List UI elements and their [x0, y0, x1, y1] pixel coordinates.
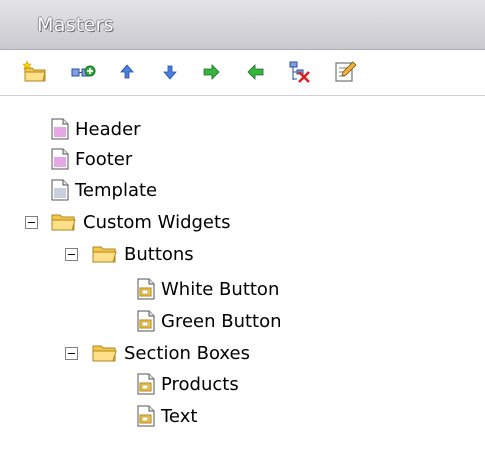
master-page-icon: [51, 118, 69, 140]
tree-item-white-button[interactable]: White Button: [137, 274, 279, 304]
master-page-icon: [51, 148, 69, 170]
tree-item-text[interactable]: Text: [137, 401, 197, 431]
collapse-toggle-custom-widgets[interactable]: [25, 216, 38, 229]
tree-folder-buttons[interactable]: Buttons: [92, 239, 194, 269]
folder-icon: [92, 246, 117, 263]
tree-folder-section-boxes[interactable]: Section Boxes: [92, 338, 250, 368]
tree-item-label: Green Button: [161, 310, 282, 332]
indent-button[interactable]: [198, 58, 226, 86]
collapse-toggle-section-boxes[interactable]: [65, 347, 78, 360]
move-up-button[interactable]: [113, 58, 141, 86]
arrow-right-icon: [203, 64, 220, 80]
rename-button[interactable]: [331, 58, 359, 86]
tree-item-label: Buttons: [124, 243, 194, 265]
widget-master-icon: [137, 310, 155, 332]
collapse-toggle-buttons[interactable]: [65, 248, 78, 261]
arrow-up-icon: [120, 64, 134, 79]
tree-item-green-button[interactable]: Green Button: [137, 306, 282, 336]
folder-icon: [51, 214, 76, 231]
widget-master-icon: [137, 278, 155, 300]
tree-item-header[interactable]: Header: [51, 114, 141, 144]
masters-panel: Masters Header Footer Template Custom Wi…: [0, 0, 485, 473]
outdent-button[interactable]: [241, 58, 269, 86]
tree-item-footer[interactable]: Footer: [51, 144, 132, 174]
panel-title: Masters: [37, 14, 114, 36]
widget-master-icon: [137, 373, 155, 395]
tree-folder-custom-widgets[interactable]: Custom Widgets: [51, 207, 230, 237]
arrow-down-icon: [163, 65, 177, 80]
arrow-left-icon: [247, 64, 264, 80]
delete-button[interactable]: [286, 58, 314, 86]
masters-toolbar: [0, 50, 485, 96]
panel-title-bar: Masters: [0, 0, 485, 50]
tree-item-label: Header: [75, 118, 141, 140]
tree-item-template[interactable]: Template: [51, 175, 157, 205]
add-master-icon: [71, 65, 96, 77]
tree-item-label: Template: [75, 179, 158, 201]
move-down-button[interactable]: [156, 58, 184, 86]
template-page-icon: [51, 179, 69, 201]
tree-item-label: Products: [161, 373, 239, 395]
rename-icon: [335, 61, 357, 82]
add-master-button[interactable]: [70, 58, 98, 86]
new-folder-icon: [23, 60, 46, 82]
tree-item-label: Section Boxes: [124, 342, 250, 364]
delete-icon: [289, 61, 310, 83]
widget-master-icon: [137, 405, 155, 427]
tree-item-products[interactable]: Products: [137, 369, 239, 399]
masters-tree: Header Footer Template Custom Widgets Bu…: [0, 96, 485, 473]
tree-item-label: White Button: [161, 278, 280, 300]
tree-item-label: Footer: [75, 148, 133, 170]
new-folder-button[interactable]: [22, 58, 50, 86]
tree-item-label: Custom Widgets: [83, 211, 231, 233]
tree-item-label: Text: [161, 405, 198, 427]
folder-icon: [92, 345, 117, 362]
